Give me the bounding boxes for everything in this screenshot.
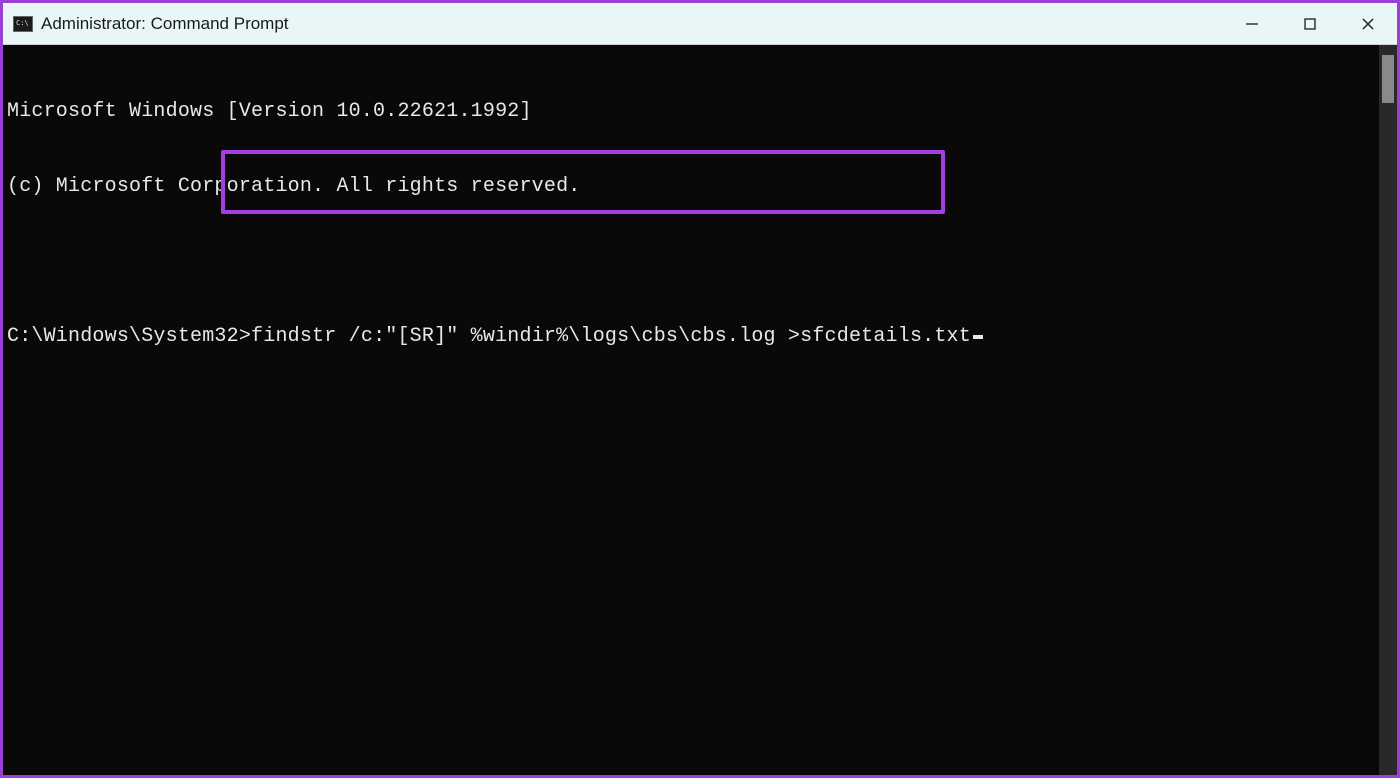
output-line: (c) Microsoft Corporation. All rights re…: [7, 174, 1379, 199]
cmd-icon: [13, 16, 33, 32]
close-button[interactable]: [1339, 3, 1397, 44]
vertical-scrollbar[interactable]: [1379, 45, 1397, 775]
command-prompt-window: Administrator: Command Prompt Microsoft …: [0, 0, 1400, 778]
cursor-icon: [973, 335, 983, 339]
terminal-output[interactable]: Microsoft Windows [Version 10.0.22621.19…: [3, 45, 1379, 775]
titlebar[interactable]: Administrator: Command Prompt: [3, 3, 1397, 45]
command-input[interactable]: findstr /c:"[SR]" %windir%\logs\cbs\cbs.…: [251, 324, 971, 349]
window-controls: [1223, 3, 1397, 44]
console-area: Microsoft Windows [Version 10.0.22621.19…: [3, 45, 1397, 775]
output-line: Microsoft Windows [Version 10.0.22621.19…: [7, 99, 1379, 124]
window-title: Administrator: Command Prompt: [41, 14, 1223, 34]
prompt-line: C:\Windows\System32>findstr /c:"[SR]" %w…: [7, 324, 1379, 349]
prompt-text: C:\Windows\System32>: [7, 324, 251, 349]
maximize-button[interactable]: [1281, 3, 1339, 44]
blank-line: [7, 249, 1379, 274]
minimize-button[interactable]: [1223, 3, 1281, 44]
scrollbar-thumb[interactable]: [1382, 55, 1394, 103]
